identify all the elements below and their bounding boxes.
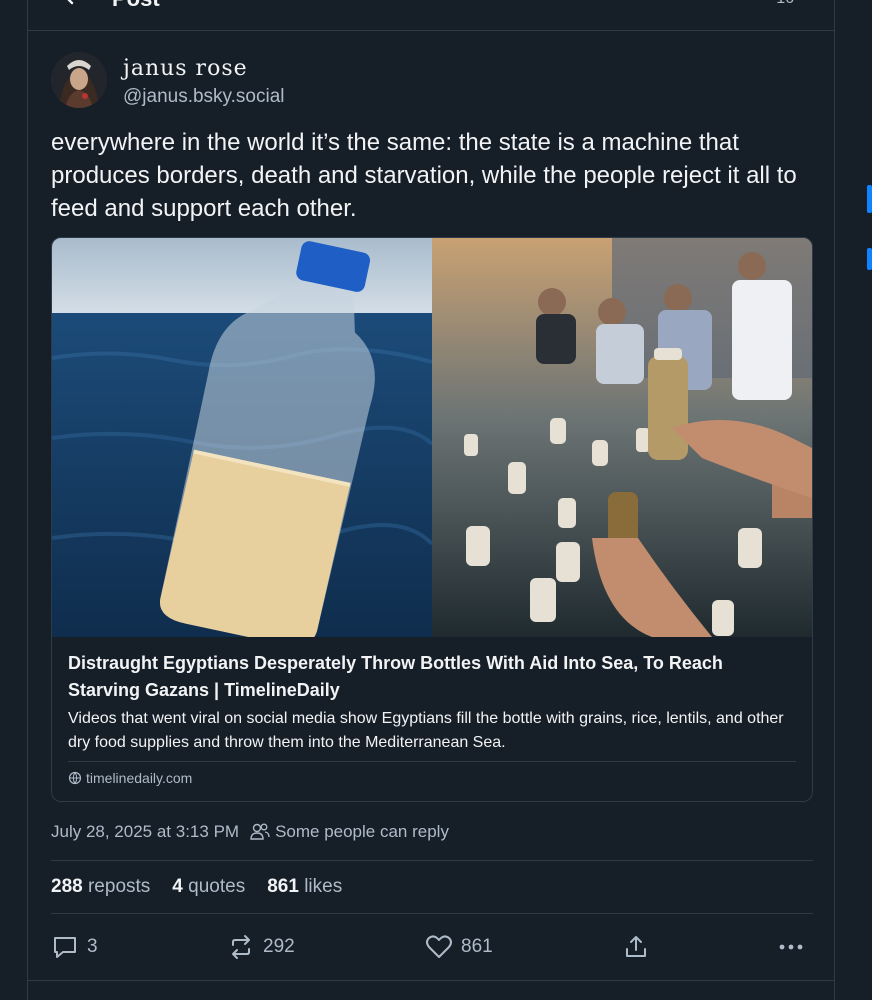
likes-stat[interactable]: 861 likes bbox=[267, 876, 342, 898]
reply-icon bbox=[54, 937, 76, 958]
post-actions: 3 292 861 bbox=[51, 930, 813, 964]
divider bbox=[51, 860, 813, 861]
post-text: everywhere in the world it’s the same: t… bbox=[51, 129, 797, 222]
like-count: 861 bbox=[461, 936, 493, 957]
post-meta: July 28, 2025 at 3:13 PM Some people can… bbox=[51, 822, 449, 842]
share-button[interactable] bbox=[623, 930, 649, 964]
more-options-button[interactable] bbox=[777, 930, 805, 964]
link-card-domain: timelinedaily.com bbox=[68, 770, 192, 786]
heart-icon bbox=[426, 935, 452, 958]
share-icon bbox=[626, 936, 646, 957]
link-card-title: Distraught Egyptians Desperately Throw B… bbox=[68, 653, 723, 700]
back-arrow-icon[interactable] bbox=[60, 0, 80, 6]
more-icon bbox=[779, 944, 803, 950]
link-card[interactable]: Distraught Egyptians Desperately Throw B… bbox=[51, 237, 813, 802]
handle[interactable]: @janus.bsky.social bbox=[123, 86, 285, 108]
reply-count: 3 bbox=[87, 936, 98, 957]
link-card-domain-text: timelinedaily.com bbox=[86, 770, 193, 786]
repost-count: 292 bbox=[263, 936, 295, 957]
display-name[interactable]: janus rose bbox=[123, 56, 248, 81]
link-card-image bbox=[52, 238, 812, 637]
link-card-divider bbox=[68, 761, 796, 762]
header-count: 16 bbox=[776, 0, 794, 8]
link-card-description: Videos that went viral on social media s… bbox=[68, 710, 784, 751]
repost-icon bbox=[232, 935, 250, 959]
scroll-indicator bbox=[867, 248, 872, 270]
like-button[interactable]: 861 bbox=[425, 930, 493, 964]
avatar[interactable] bbox=[51, 52, 107, 108]
divider bbox=[51, 913, 813, 914]
top-bar: Post 16 bbox=[28, 0, 834, 31]
reply-setting[interactable]: Some people can reply bbox=[275, 822, 449, 842]
globe-icon bbox=[68, 771, 82, 785]
reposts-stat[interactable]: 288 reposts bbox=[51, 876, 150, 898]
post-thread-column: Post 16 janus rose @janus.bsky.social ev… bbox=[27, 0, 835, 1000]
quotes-stat[interactable]: 4 quotes bbox=[172, 876, 245, 898]
engagement-stats: 288 reposts 4 quotes 861 likes bbox=[51, 876, 342, 898]
repost-button[interactable]: 292 bbox=[227, 930, 295, 964]
reply-button[interactable]: 3 bbox=[51, 930, 98, 964]
page-title: Post bbox=[112, 0, 160, 12]
people-icon bbox=[250, 823, 270, 840]
scroll-indicator bbox=[867, 185, 872, 213]
avatar-image bbox=[51, 52, 107, 108]
divider bbox=[28, 980, 834, 981]
post-timestamp: July 28, 2025 at 3:13 PM bbox=[51, 822, 240, 841]
